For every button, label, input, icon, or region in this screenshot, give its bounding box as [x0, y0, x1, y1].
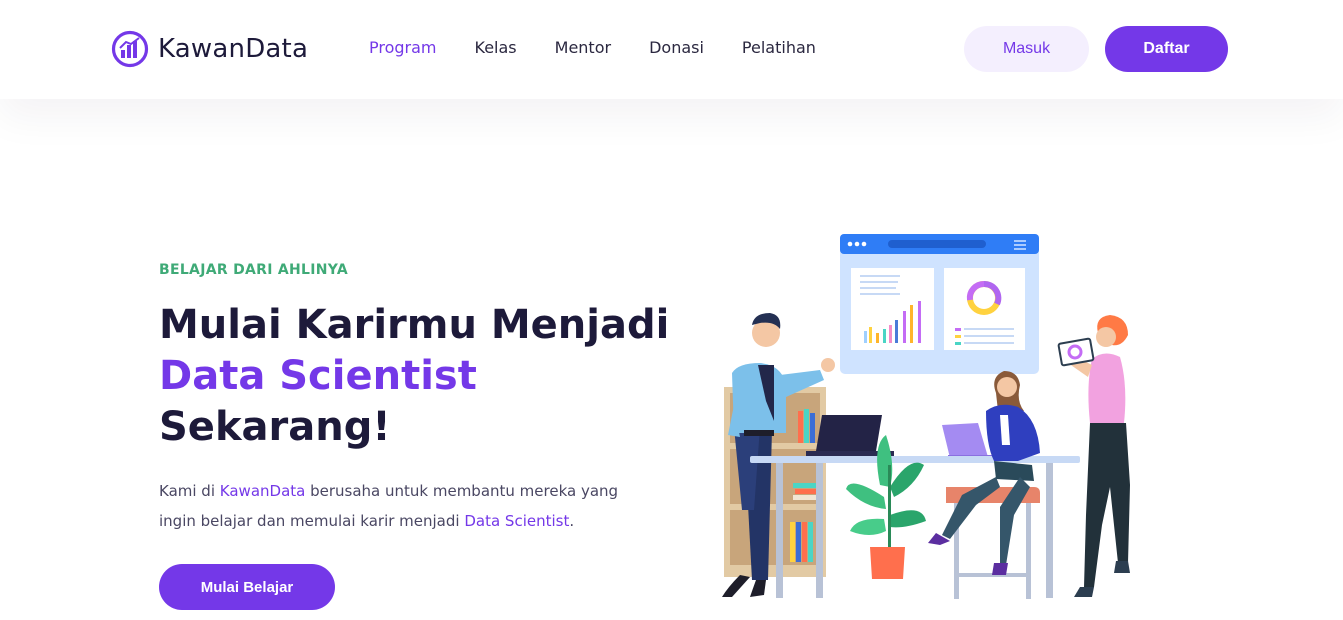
- dashboard-window-icon: [840, 234, 1039, 374]
- main-nav: Program Kelas Mentor Donasi Pelatihan: [369, 38, 854, 57]
- hero-eyebrow: BELAJAR DARI AHLINYA: [159, 262, 349, 278]
- headline-accent: Data Scientist: [159, 353, 477, 399]
- brand-logo[interactable]: KawanData: [111, 30, 308, 68]
- brand-name: KawanData: [158, 34, 309, 64]
- desc-role-highlight: Data Scientist: [464, 512, 570, 530]
- register-button[interactable]: Daftar: [1105, 26, 1228, 72]
- nav-item-kelas[interactable]: Kelas: [475, 38, 517, 57]
- login-button[interactable]: Masuk: [964, 26, 1089, 72]
- site-header: KawanData Program Kelas Mentor Donasi Pe…: [0, 0, 1343, 99]
- nav-item-donasi[interactable]: Donasi: [649, 38, 704, 57]
- nav-item-program[interactable]: Program: [369, 38, 437, 57]
- bar-chart-circle-icon: [111, 30, 149, 68]
- woman-sitting-icon: [928, 371, 1040, 599]
- hero-description: Kami di KawanData berusaha untuk membant…: [159, 476, 659, 536]
- laptop-icon: [806, 415, 1008, 460]
- desc-brand-link: KawanData: [219, 482, 306, 500]
- desc-end: .: [569, 512, 575, 530]
- nav-item-mentor[interactable]: Mentor: [555, 38, 611, 57]
- desc-part-1: Kami di: [159, 482, 220, 500]
- headline-line-1: Mulai Karirmu Menjadi: [159, 302, 670, 348]
- headline-line-3: Sekarang!: [159, 404, 391, 450]
- hero-illustration: [722, 234, 1130, 599]
- start-learning-button[interactable]: Mulai Belajar: [159, 564, 335, 610]
- nav-item-pelatihan[interactable]: Pelatihan: [742, 38, 816, 57]
- hero-headline: Mulai Karirmu Menjadi Data Scientist Sek…: [159, 300, 669, 453]
